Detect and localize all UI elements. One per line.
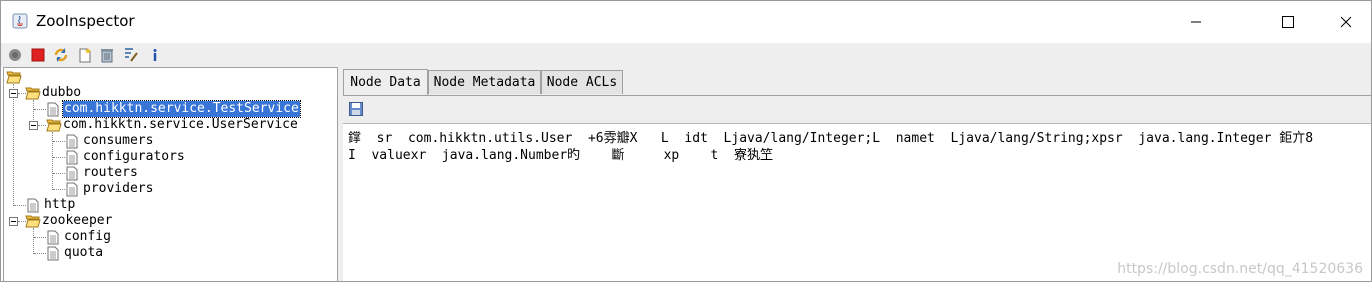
node-viewers-icon[interactable] (123, 47, 139, 63)
file-icon (66, 150, 78, 164)
file-icon (66, 182, 78, 196)
about-icon[interactable] (147, 47, 163, 63)
tree-node-label: com.hikktn.service.UserService (63, 117, 298, 132)
tab-node-acls[interactable]: Node ACLs (541, 70, 623, 94)
tree-line (13, 84, 14, 206)
collapse-handle[interactable] (9, 217, 18, 226)
tree-node-label: quota (64, 245, 104, 260)
minimize-icon (1191, 21, 1201, 23)
tree-node-label: routers (83, 165, 138, 180)
file-icon (66, 166, 78, 180)
zooinspector-window: ZooInspector dubbo com.hikktn.service.Te… (0, 0, 1372, 282)
node-data-textarea[interactable]: 鐣 sr com.hikktn.utils.User +6雰瓣X L idt L… (343, 123, 1371, 281)
tree-node-label: configurators (83, 149, 185, 164)
tree-node-userservice[interactable]: com.hikktn.service.UserService (46, 117, 299, 133)
tree-node-label: zookeeper (42, 213, 113, 228)
collapse-handle[interactable] (29, 121, 38, 130)
tree-line (34, 109, 46, 110)
file-icon (47, 246, 59, 260)
tree-line (53, 157, 65, 158)
toolbar (1, 43, 1371, 67)
tree-line (53, 189, 65, 190)
tree-node-http[interactable]: http (26, 197, 76, 213)
close-icon (1340, 16, 1352, 28)
folder-open-icon[interactable] (6, 70, 22, 84)
node-data-view: 鐣 sr com.hikktn.utils.User +6雰瓣X L idt L… (343, 95, 1371, 281)
tree-line (53, 173, 65, 174)
watermark: https://blog.csdn.net/qq_41520636 (1117, 261, 1363, 277)
title-bar: ZooInspector (1, 1, 1371, 43)
maximize-icon (1282, 16, 1294, 28)
refresh-icon[interactable] (53, 47, 69, 63)
tree-node-configurators[interactable]: configurators (65, 149, 186, 165)
tree-node-routers[interactable]: routers (65, 165, 139, 181)
connect-icon[interactable] (7, 47, 23, 63)
file-icon (66, 134, 78, 148)
tree-node-label: consumers (83, 133, 154, 148)
file-icon (47, 230, 59, 244)
node-tree[interactable]: dubbo com.hikktn.service.TestService com… (4, 68, 337, 281)
tree-node-testservice[interactable]: com.hikktn.service.TestService (46, 100, 301, 118)
add-node-icon[interactable] (77, 47, 93, 63)
tree-node-config[interactable]: config (46, 229, 112, 245)
tree-line (34, 237, 46, 238)
tree-line (14, 205, 26, 206)
folder-open-icon (46, 119, 62, 132)
tree-node-label: config (64, 229, 111, 244)
node-data-line: I valuexr java.lang.Number旳 斷 xp t 寮犱笁 (348, 148, 774, 163)
tree-node-consumers[interactable]: consumers (65, 133, 154, 149)
tree-node-zookeeper[interactable]: zookeeper (25, 213, 113, 229)
collapse-handle[interactable] (9, 89, 18, 98)
maximize-button[interactable] (1265, 1, 1311, 43)
tree-line (38, 125, 46, 126)
tab-node-metadata[interactable]: Node Metadata (428, 70, 541, 94)
tree-line (33, 228, 34, 254)
disconnect-icon[interactable] (30, 47, 46, 63)
delete-node-icon[interactable] (99, 47, 115, 63)
tree-node-label: providers (83, 181, 154, 196)
java-app-icon (12, 13, 28, 29)
tree-line (34, 253, 46, 254)
node-tree-panel: dubbo com.hikktn.service.TestService com… (3, 67, 338, 281)
close-button[interactable] (1323, 1, 1369, 43)
node-viewer-panel: Node Data Node Metadata Node ACLs 鐣 sr c… (343, 67, 1371, 281)
tree-node-providers[interactable]: providers (65, 181, 154, 197)
minimize-button[interactable] (1173, 1, 1219, 43)
folder-open-icon (25, 87, 41, 100)
window-title: ZooInspector (36, 12, 135, 30)
folder-open-icon (25, 215, 41, 228)
save-icon[interactable] (348, 101, 364, 117)
file-icon (47, 102, 59, 116)
tree-line (53, 141, 65, 142)
tree-node-quota[interactable]: quota (46, 245, 104, 261)
file-icon (27, 198, 39, 212)
tree-node-dubbo[interactable]: dubbo (25, 85, 82, 101)
tree-node-label: dubbo (42, 85, 82, 100)
tree-node-label: com.hikktn.service.TestService (62, 100, 301, 118)
tab-node-data[interactable]: Node Data (343, 69, 428, 95)
tree-node-label: http (44, 197, 76, 212)
